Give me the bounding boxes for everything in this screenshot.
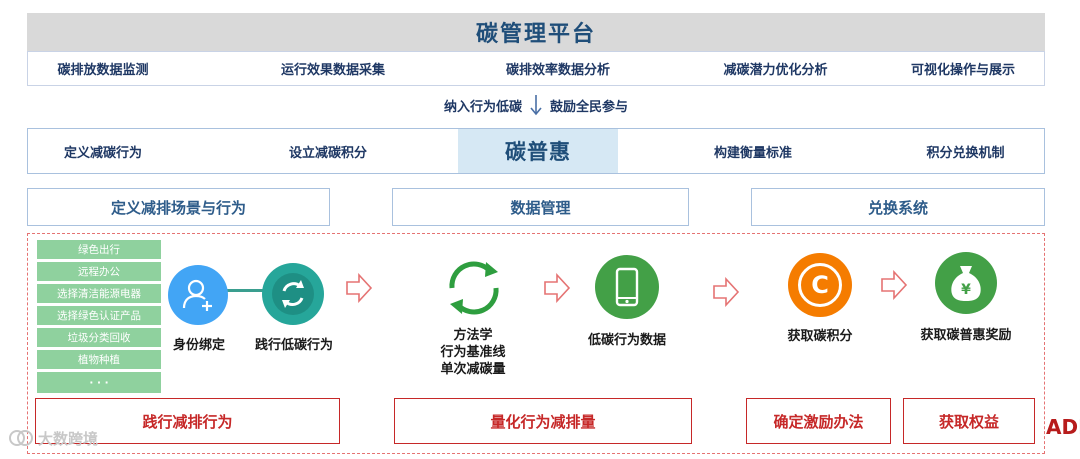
money-bag-icon: ¥ xyxy=(935,252,997,314)
behavior-item: 远程办公 xyxy=(37,262,161,281)
puhui-item-standards: 构建衡量标准 xyxy=(713,145,792,161)
behavior-item: 垃圾分类回收 xyxy=(37,328,161,347)
watermark-text: 大数跨境 xyxy=(38,429,99,448)
reward-symbol: ¥ xyxy=(961,282,971,298)
puhui-item-set-points: 设立减碳积分 xyxy=(288,145,367,161)
platform-item-optimization-analysis: 减碳潜力优化分析 xyxy=(723,63,828,78)
section-data-management: 数据管理 xyxy=(392,188,689,226)
stage-incentive-method: 确定激励办法 xyxy=(746,398,891,444)
platform-functions-bar: 碳排放数据监测 运行效果数据采集 碳排效率数据分析 减碳潜力优化分析 可视化操作… xyxy=(27,51,1045,86)
get-reward-label: 获取碳普惠奖励 xyxy=(920,328,1012,343)
phone-icon xyxy=(595,255,659,319)
section-define-scenarios: 定义减排场景与行为 xyxy=(27,188,330,226)
section-exchange-system: 兑换系统 xyxy=(751,188,1045,226)
platform-title: 碳管理平台 xyxy=(27,13,1045,51)
methodology-label: 方法学 行为基准线 单次减碳量 xyxy=(418,327,528,378)
low-carbon-data-label: 低碳行为数据 xyxy=(587,333,666,348)
connector-line xyxy=(226,289,266,292)
watermark-logo-icon xyxy=(9,430,33,446)
flow-arrow-icon xyxy=(713,277,740,307)
watermark: 大数跨境 xyxy=(8,424,98,452)
cycle-icon xyxy=(440,254,508,320)
down-arrow-icon xyxy=(530,95,542,116)
puhui-bar: 定义减碳行为 设立减碳积分 碳普惠 构建衡量标准 积分兑换机制 xyxy=(27,128,1045,174)
get-points-label: 获取碳积分 xyxy=(787,329,853,344)
baseline-line: 行为基准线 xyxy=(440,345,506,360)
user-add-icon xyxy=(168,265,228,325)
identity-binding-label: 身份绑定 xyxy=(172,338,225,353)
methodology-line: 方法学 xyxy=(453,328,493,343)
behavior-item: 选择绿色认证产品 xyxy=(37,306,161,325)
puhui-item-exchange-mechanism: 积分兑换机制 xyxy=(926,145,1005,161)
stage-get-rights: 获取权益 xyxy=(903,398,1035,444)
flow-arrow-icon xyxy=(346,273,373,303)
platform-item-efficiency-analysis: 碳排效率数据分析 xyxy=(505,63,610,78)
behavior-item: 绿色出行 xyxy=(37,240,161,259)
recycle-icon xyxy=(262,263,324,325)
link-row: 纳入行为低碳 鼓励全民参与 xyxy=(27,92,1045,118)
stage-quantify-reduction: 量化行为减排量 xyxy=(394,398,692,444)
platform-item-emission-monitoring: 碳排放数据监测 xyxy=(57,63,149,78)
single-reduction-line: 单次减碳量 xyxy=(440,362,506,377)
edge-cut-text: ADI xyxy=(1046,415,1080,439)
puhui-item-define-behavior: 定义减碳行为 xyxy=(63,145,142,161)
practice-low-carbon-label: 践行低碳行为 xyxy=(254,338,333,353)
flow-arrow-icon xyxy=(881,270,908,300)
link-right-text: 鼓励全民参与 xyxy=(550,99,629,115)
behavior-item-more: · · · xyxy=(37,372,161,393)
platform-item-data-collection: 运行效果数据采集 xyxy=(280,63,385,78)
puhui-center-label: 碳普惠 xyxy=(458,129,618,173)
behavior-item: 植物种植 xyxy=(37,350,161,369)
behavior-item: 选择清洁能源电器 xyxy=(37,284,161,303)
platform-item-visualization: 可视化操作与展示 xyxy=(910,63,1015,78)
flow-arrow-icon xyxy=(544,273,571,303)
points-symbol: C xyxy=(798,263,842,307)
link-left-text: 纳入行为低碳 xyxy=(443,99,522,115)
carbon-points-icon: C xyxy=(788,253,852,317)
